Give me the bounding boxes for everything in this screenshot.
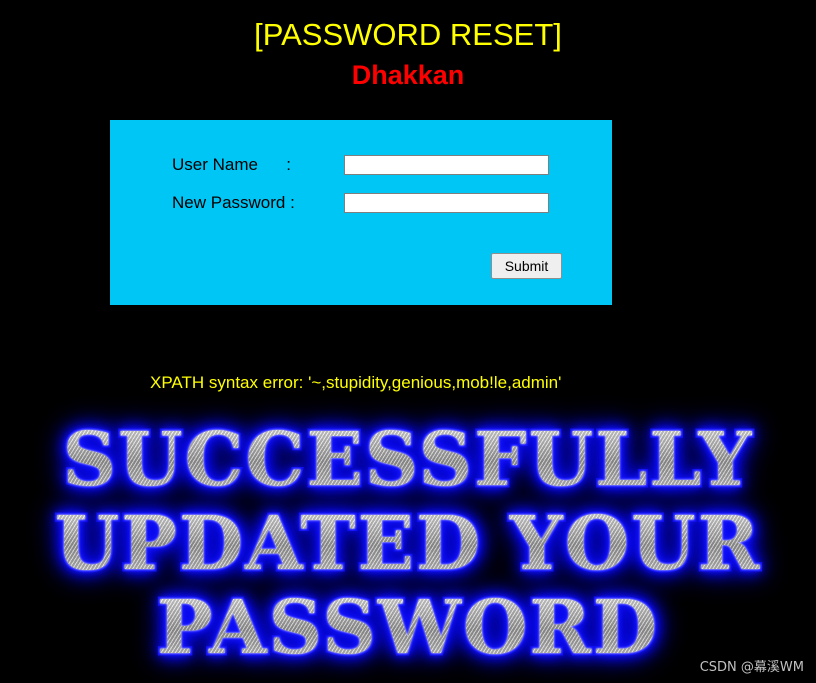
banner-line-2: UPDATED YOUR <box>0 502 816 586</box>
submit-button[interactable]: Submit <box>491 253 562 279</box>
xpath-error-message: XPATH syntax error: '~,stupidity,genious… <box>150 373 562 392</box>
page-subtitle: Dhakkan <box>351 60 465 90</box>
username-label: User Name : <box>172 155 292 174</box>
username-input[interactable] <box>344 155 549 175</box>
banner-line-3-wrap: PASSWORD PASSWORD <box>0 584 816 673</box>
banner-line-3: PASSWORD <box>0 586 816 670</box>
password-reset-form-panel: User Name : New Password : Submit <box>110 120 612 305</box>
banner-line-1: SUCCESSFULLY <box>0 418 816 502</box>
page-title: [PASSWORD RESET] <box>254 17 562 52</box>
banner-line-2-wrap: UPDATED YOUR UPDATED YOUR <box>0 500 816 589</box>
success-banner: SUCCESSFULLY SUCCESSFULLY UPDATED YOUR U… <box>0 416 816 673</box>
banner-line-1-wrap: SUCCESSFULLY SUCCESSFULLY <box>0 416 816 505</box>
new-password-input[interactable] <box>344 193 549 213</box>
password-label: New Password : <box>172 193 295 212</box>
password-row: New Password : <box>172 190 549 216</box>
username-row: User Name : <box>172 152 549 178</box>
